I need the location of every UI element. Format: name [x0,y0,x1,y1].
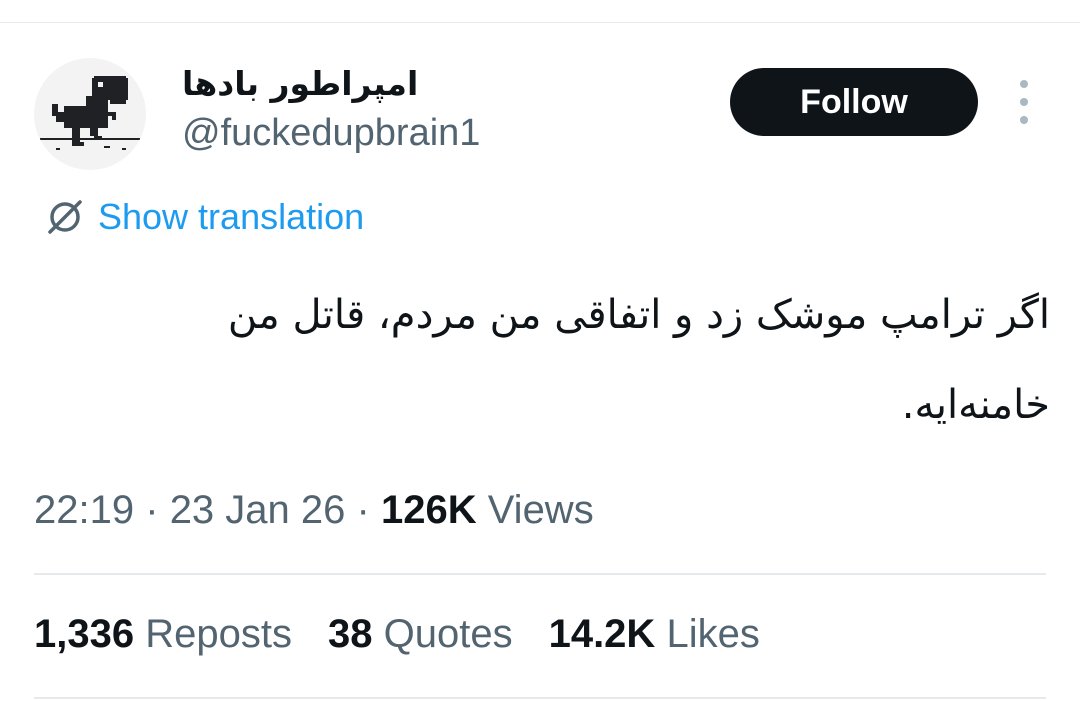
stats-top-divider [34,573,1046,575]
meta-separator-2: · [356,488,370,532]
more-vertical-icon-dot [1020,116,1028,124]
tweet-meta: 22:19 · 23 Jan 26 · 126K Views [34,488,594,533]
follow-button[interactable]: Follow [730,68,978,136]
quotes-stat[interactable]: 38 Quotes [328,612,513,657]
likes-count: 14.2K [548,612,656,656]
reposts-count: 1,336 [34,612,135,656]
likes-stat[interactable]: 14.2K Likes [549,612,760,657]
pixel-dinosaur-icon [40,76,140,150]
more-vertical-icon-dot [1020,98,1028,106]
engagement-stats: 1,336 Reposts 38 Quotes 14.2K Likes [34,612,760,657]
views-label: Views [487,488,594,532]
more-vertical-icon [1020,80,1028,88]
likes-label: Likes [666,612,760,656]
tweet-text: اگر ترامپ موشک زد و اتفاقی من مردم، قاتل… [227,292,1050,428]
tweet-time[interactable]: 22:19 [34,488,134,532]
show-translation-link[interactable]: Show translation [44,194,364,240]
top-divider [0,22,1080,23]
reposts-stat[interactable]: 1,336 Reposts [34,612,292,657]
reposts-label: Reposts [145,612,292,656]
meta-separator: · [145,488,159,532]
more-options-button[interactable] [1008,80,1040,124]
author-handle[interactable]: @fuckedupbrain1 [182,112,480,155]
tweet-detail-page: امپراطور بادها @fuckedupbrain1 Follow Sh… [0,0,1080,701]
quotes-label: Quotes [383,612,513,656]
show-translation-label: Show translation [98,196,365,237]
tweet-date[interactable]: 23 Jan 26 [170,488,346,532]
author-display-name[interactable]: امپراطور بادها [182,64,418,103]
stats-bottom-divider [34,697,1046,699]
views-count: 126K [380,488,477,532]
globe-slash-icon [48,200,82,234]
quotes-count: 38 [327,612,373,656]
avatar[interactable] [34,58,146,170]
